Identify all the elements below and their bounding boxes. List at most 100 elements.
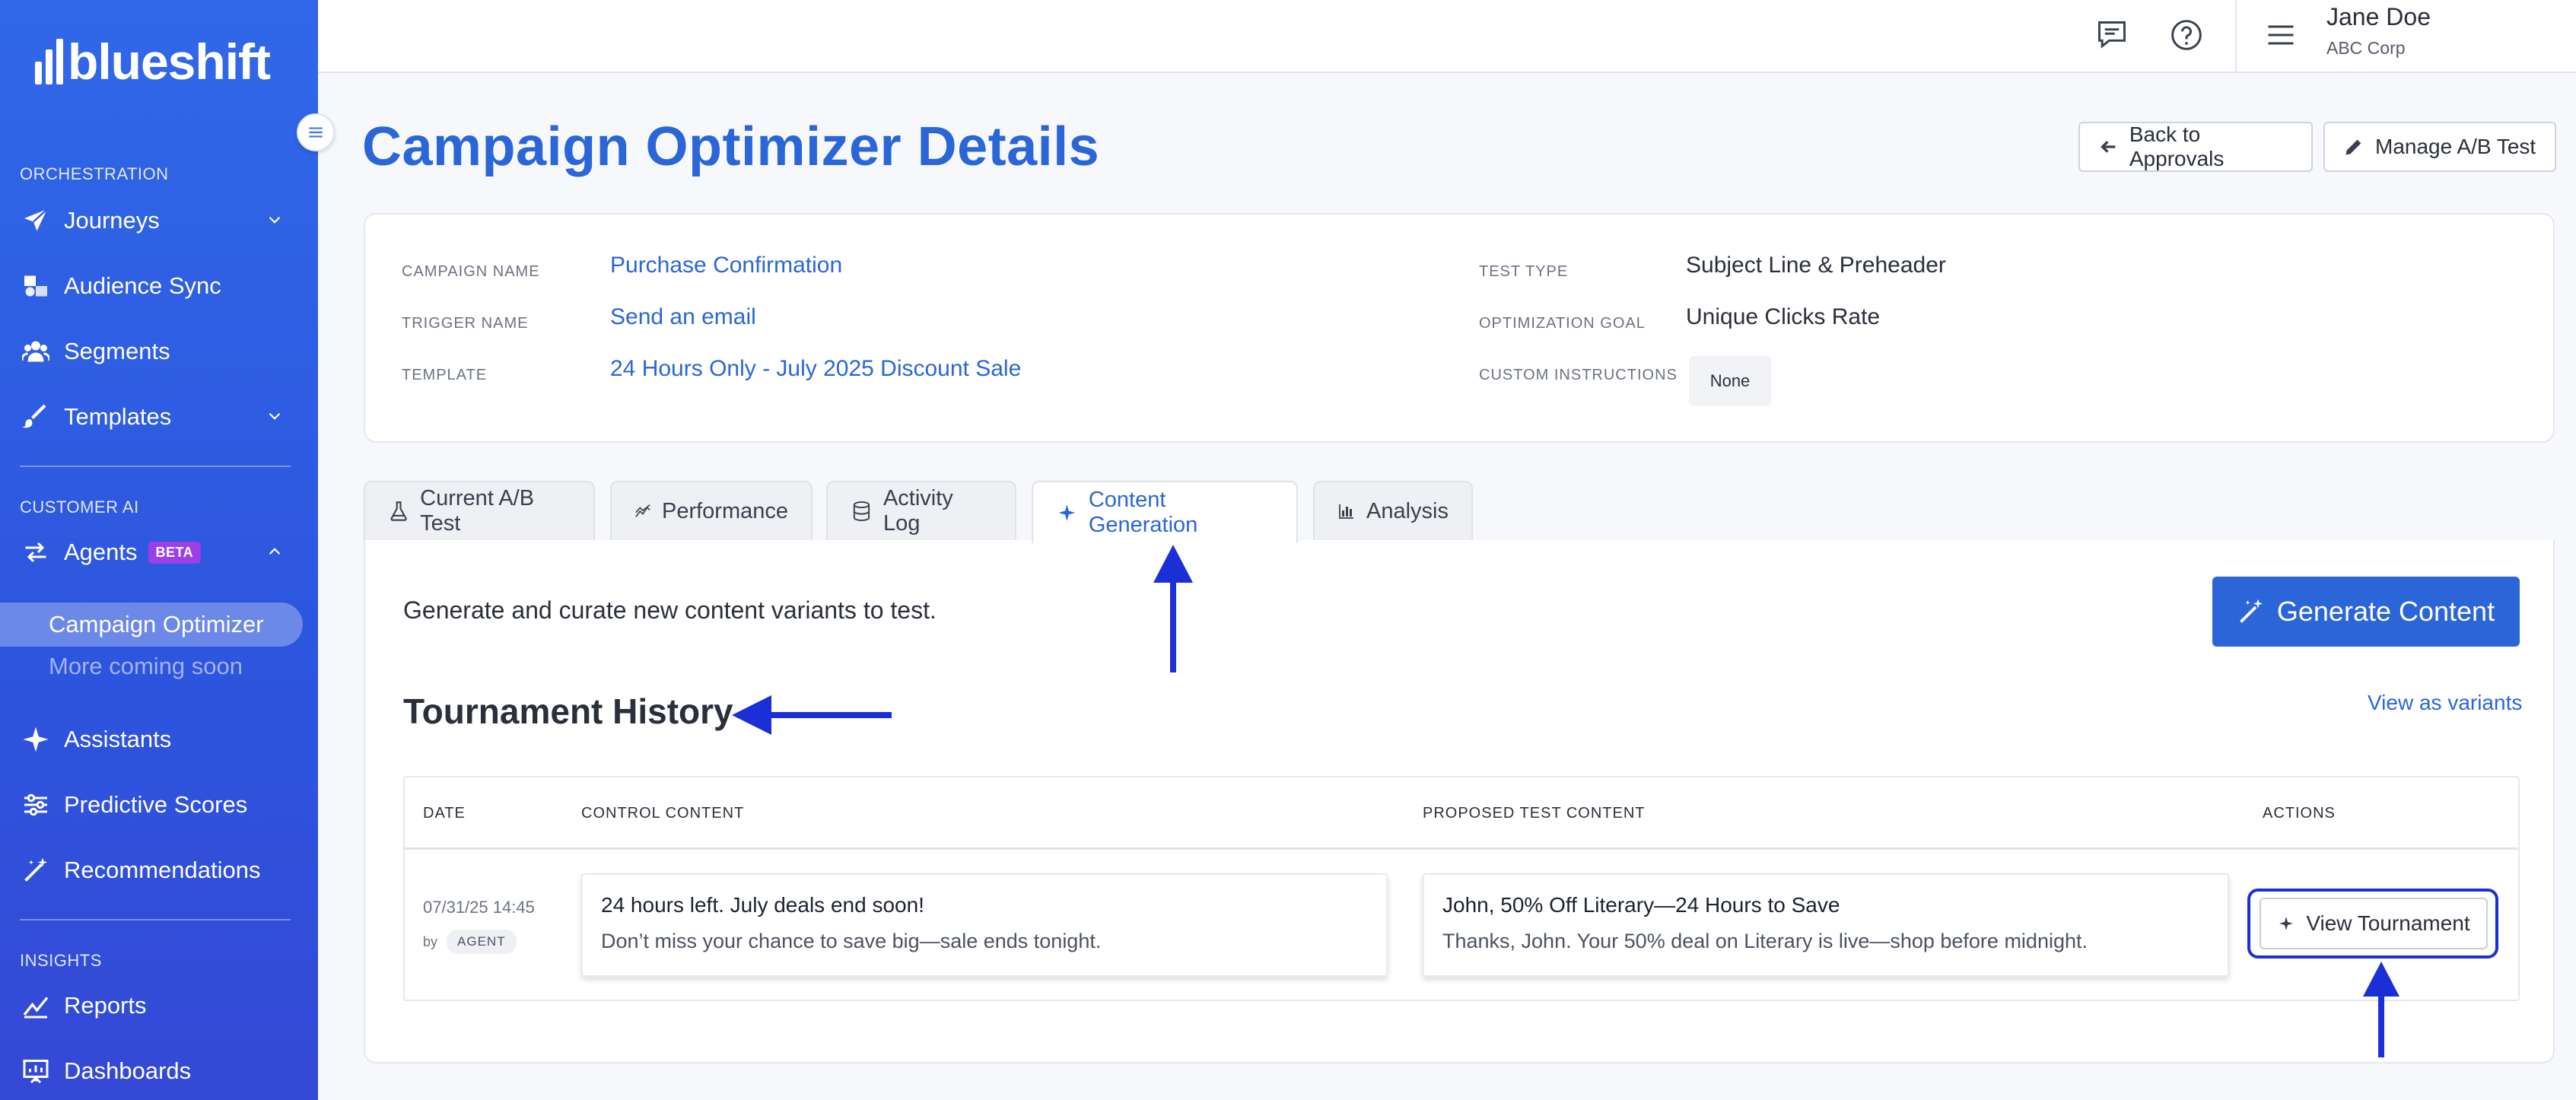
- agent-badge: AGENT: [447, 930, 517, 954]
- column-header-proposed: PROPOSED TEST CONTENT: [1423, 805, 1646, 822]
- column-header-control: CONTROL CONTENT: [581, 805, 745, 822]
- sidebar-collapse-button[interactable]: [297, 113, 335, 151]
- brand-logo[interactable]: blueshift: [35, 33, 271, 90]
- chevron-down-icon[interactable]: [265, 210, 285, 230]
- section-label-customer-ai: CUSTOMER AI: [20, 498, 139, 517]
- flask-icon: [390, 501, 407, 521]
- topbar-divider: [2235, 0, 2237, 73]
- row-date: 07/31/25 14:45: [423, 898, 535, 917]
- trigger-name-link[interactable]: Send an email: [610, 304, 756, 330]
- proposed-content-card: John, 50% Off Literary—24 Hours to Save …: [1423, 873, 2229, 977]
- annotation-arrow-up-icon: [1153, 545, 1193, 672]
- user-name[interactable]: Jane Doe: [2326, 3, 2431, 31]
- tab-label: Current A/B Test: [420, 486, 535, 536]
- control-subject: 24 hours left. July deals end soon!: [601, 893, 924, 917]
- panel-description: Generate and curate new content variants…: [403, 596, 937, 624]
- sidebar-item-recommendations[interactable]: Recommendations: [20, 849, 294, 892]
- column-header-date: DATE: [423, 805, 466, 822]
- custom-instructions-value: None: [1689, 356, 1771, 406]
- help-button[interactable]: [2165, 14, 2208, 56]
- sidebar-item-agents[interactable]: Agents BETA: [20, 531, 294, 574]
- sidebar-item-label: Dashboards: [64, 1057, 192, 1084]
- template-label: TEMPLATE: [402, 367, 488, 383]
- menu-lines-icon: [309, 127, 323, 138]
- generate-content-button[interactable]: Generate Content: [2212, 577, 2520, 647]
- sidebar-item-label: Agents: [64, 539, 138, 565]
- content-generation-panel: Generate and curate new content variants…: [364, 540, 2555, 1063]
- campaign-name-label: CAMPAIGN NAME: [402, 263, 540, 280]
- manage-ab-test-label: Manage A/B Test: [2375, 135, 2536, 158]
- user-org: ABC Corp: [2326, 38, 2406, 58]
- arrows-exchange-icon: [20, 536, 52, 568]
- beta-badge: BETA: [148, 541, 202, 564]
- chat-bubble-icon: [2098, 21, 2126, 49]
- sidebar-item-label: Journeys: [64, 207, 160, 234]
- sidebar-subitem-campaign-optimizer[interactable]: Campaign Optimizer: [0, 602, 303, 647]
- presentation-board-icon: [20, 1055, 52, 1087]
- tab-performance[interactable]: Performance: [610, 481, 813, 540]
- trigger-name-label: TRIGGER NAME: [402, 315, 529, 332]
- annotation-arrow-up-icon: [2363, 962, 2399, 1057]
- sidebar-item-dashboards[interactable]: Dashboards: [20, 1050, 294, 1092]
- sidebar-subitem-more-coming: More coming soon: [49, 653, 243, 679]
- sparkle-icon: [20, 723, 52, 755]
- logo-text: blueshift: [68, 33, 271, 90]
- tab-label: Activity Log: [883, 486, 953, 536]
- view-tournament-button[interactable]: View Tournament: [2260, 898, 2488, 949]
- app-root: blueshift ORCHESTRATION Journeys Audienc…: [0, 0, 2576, 1100]
- sidebar-item-assistants[interactable]: Assistants: [20, 718, 294, 761]
- tab-label: Content Generation: [1088, 488, 1198, 537]
- hamburger-icon: [2268, 25, 2294, 45]
- chevron-up-icon[interactable]: [265, 542, 285, 561]
- line-chart-icon: [635, 504, 650, 517]
- row-author: by AGENT: [423, 930, 517, 954]
- magic-wand-icon: [20, 854, 52, 886]
- tab-content-generation[interactable]: Content Generation: [1032, 481, 1298, 543]
- campaign-name-link[interactable]: Purchase Confirmation: [610, 253, 842, 278]
- optimization-goal-value: Unique Clicks Rate: [1686, 304, 1881, 329]
- main-menu-button[interactable]: [2260, 14, 2302, 56]
- help-circle-icon: [2171, 20, 2202, 50]
- sidebar-item-reports[interactable]: Reports: [20, 984, 294, 1027]
- feedback-button[interactable]: [2091, 14, 2133, 56]
- proposed-preheader: Thanks, John. Your 50% deal on Literary …: [1442, 930, 2088, 952]
- custom-instructions-label: CUSTOM INSTRUCTIONS: [1479, 367, 1678, 383]
- sidebar: blueshift ORCHESTRATION Journeys Audienc…: [0, 0, 318, 1100]
- sliders-icon: [20, 789, 52, 821]
- chevron-down-icon[interactable]: [265, 406, 285, 426]
- pencil-icon: [2345, 139, 2361, 155]
- sidebar-item-templates[interactable]: Templates: [20, 396, 294, 438]
- users-icon: [20, 335, 52, 367]
- test-type-label: TEST TYPE: [1479, 263, 1569, 280]
- tab-analysis[interactable]: Analysis: [1313, 481, 1473, 540]
- view-as-variants-link[interactable]: View as variants: [2368, 691, 2522, 715]
- logo-bars-icon: [35, 39, 63, 84]
- tab-activity-log[interactable]: Activity Log: [826, 481, 1016, 540]
- optimization-goal-label: OPTIMIZATION GOAL: [1479, 315, 1646, 332]
- test-type-value: Subject Line & Preheader: [1686, 253, 1946, 278]
- back-to-approvals-button[interactable]: Back to Approvals: [2078, 122, 2313, 172]
- sidebar-item-label: Recommendations: [64, 857, 261, 883]
- annotation-arrow-left-icon: [732, 695, 892, 735]
- page-title: Campaign Optimizer Details: [362, 116, 1100, 177]
- back-to-approvals-label: Back to Approvals: [2129, 122, 2225, 170]
- table-header-divider: [405, 847, 2518, 850]
- tab-label: Analysis: [1366, 498, 1449, 523]
- sidebar-item-segments[interactable]: Segments: [20, 330, 294, 373]
- manage-ab-test-button[interactable]: Manage A/B Test: [2323, 122, 2556, 172]
- tab-current-ab-test[interactable]: Current A/B Test: [364, 481, 595, 540]
- template-link[interactable]: 24 Hours Only - July 2025 Discount Sale: [610, 356, 1021, 382]
- generate-content-label: Generate Content: [2276, 596, 2495, 627]
- sidebar-item-label: Assistants: [64, 726, 172, 752]
- sidebar-item-label: Predictive Scores: [64, 791, 248, 818]
- top-bar: Jane Doe ABC Corp: [318, 0, 2576, 73]
- brush-icon: [20, 401, 52, 433]
- tournament-history-table: DATE CONTROL CONTENT PROPOSED TEST CONTE…: [403, 776, 2520, 1001]
- sidebar-item-audience-sync[interactable]: Audience Sync: [20, 265, 294, 307]
- sidebar-item-predictive-scores[interactable]: Predictive Scores: [20, 784, 294, 826]
- sidebar-item-journeys[interactable]: Journeys: [20, 199, 294, 242]
- sidebar-divider: [20, 919, 291, 920]
- sidebar-item-label: Audience Sync: [64, 272, 221, 299]
- audience-sync-icon: [20, 270, 52, 302]
- arrow-left-icon: [2101, 141, 2116, 153]
